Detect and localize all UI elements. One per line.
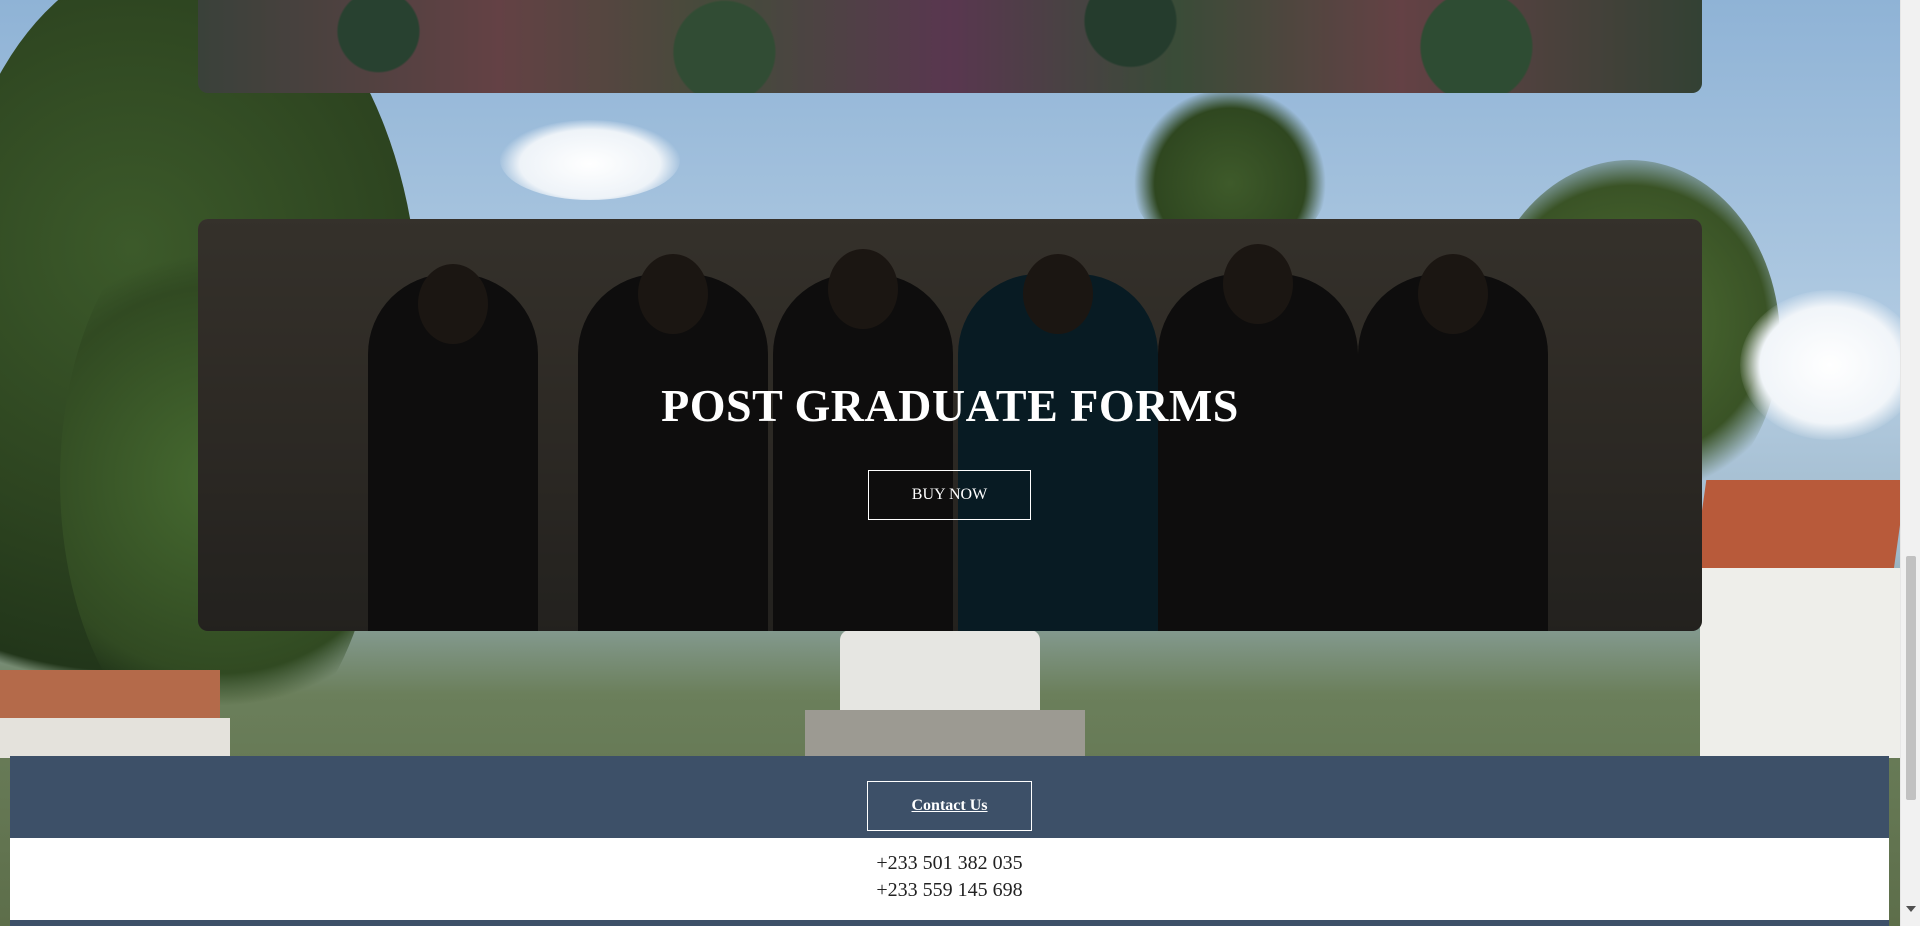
post-graduate-title: POST GRADUATE FORMS bbox=[661, 380, 1239, 431]
contact-us-button[interactable]: Contact Us bbox=[867, 781, 1032, 831]
city-aerial-card bbox=[198, 0, 1702, 93]
buy-now-button[interactable]: BUY NOW bbox=[868, 470, 1031, 520]
building-wall bbox=[1700, 568, 1900, 758]
footer-phone-section: +233 501 382 035 +233 559 145 698 bbox=[10, 838, 1889, 920]
vertical-scrollbar[interactable] bbox=[1900, 0, 1920, 926]
building-roof bbox=[0, 670, 220, 720]
post-graduate-forms-card: POST GRADUATE FORMS BUY NOW bbox=[198, 219, 1702, 631]
cloud bbox=[500, 120, 680, 200]
phone-number: +233 559 145 698 bbox=[876, 879, 1023, 901]
footer-contact-band: Contact Us bbox=[10, 756, 1889, 838]
footer: Contact Us +233 501 382 035 +233 559 145… bbox=[10, 756, 1889, 926]
statue bbox=[840, 630, 1040, 712]
footer-bottom-band bbox=[10, 920, 1889, 926]
statue-pedestal bbox=[805, 710, 1085, 760]
building-wall bbox=[0, 718, 230, 758]
scrollbar-thumb[interactable] bbox=[1906, 556, 1916, 800]
building-roof bbox=[1693, 480, 1900, 570]
phone-number: +233 501 382 035 bbox=[876, 852, 1023, 874]
scroll-down-arrow-icon[interactable] bbox=[1906, 906, 1916, 912]
card-overlay bbox=[198, 0, 1702, 93]
